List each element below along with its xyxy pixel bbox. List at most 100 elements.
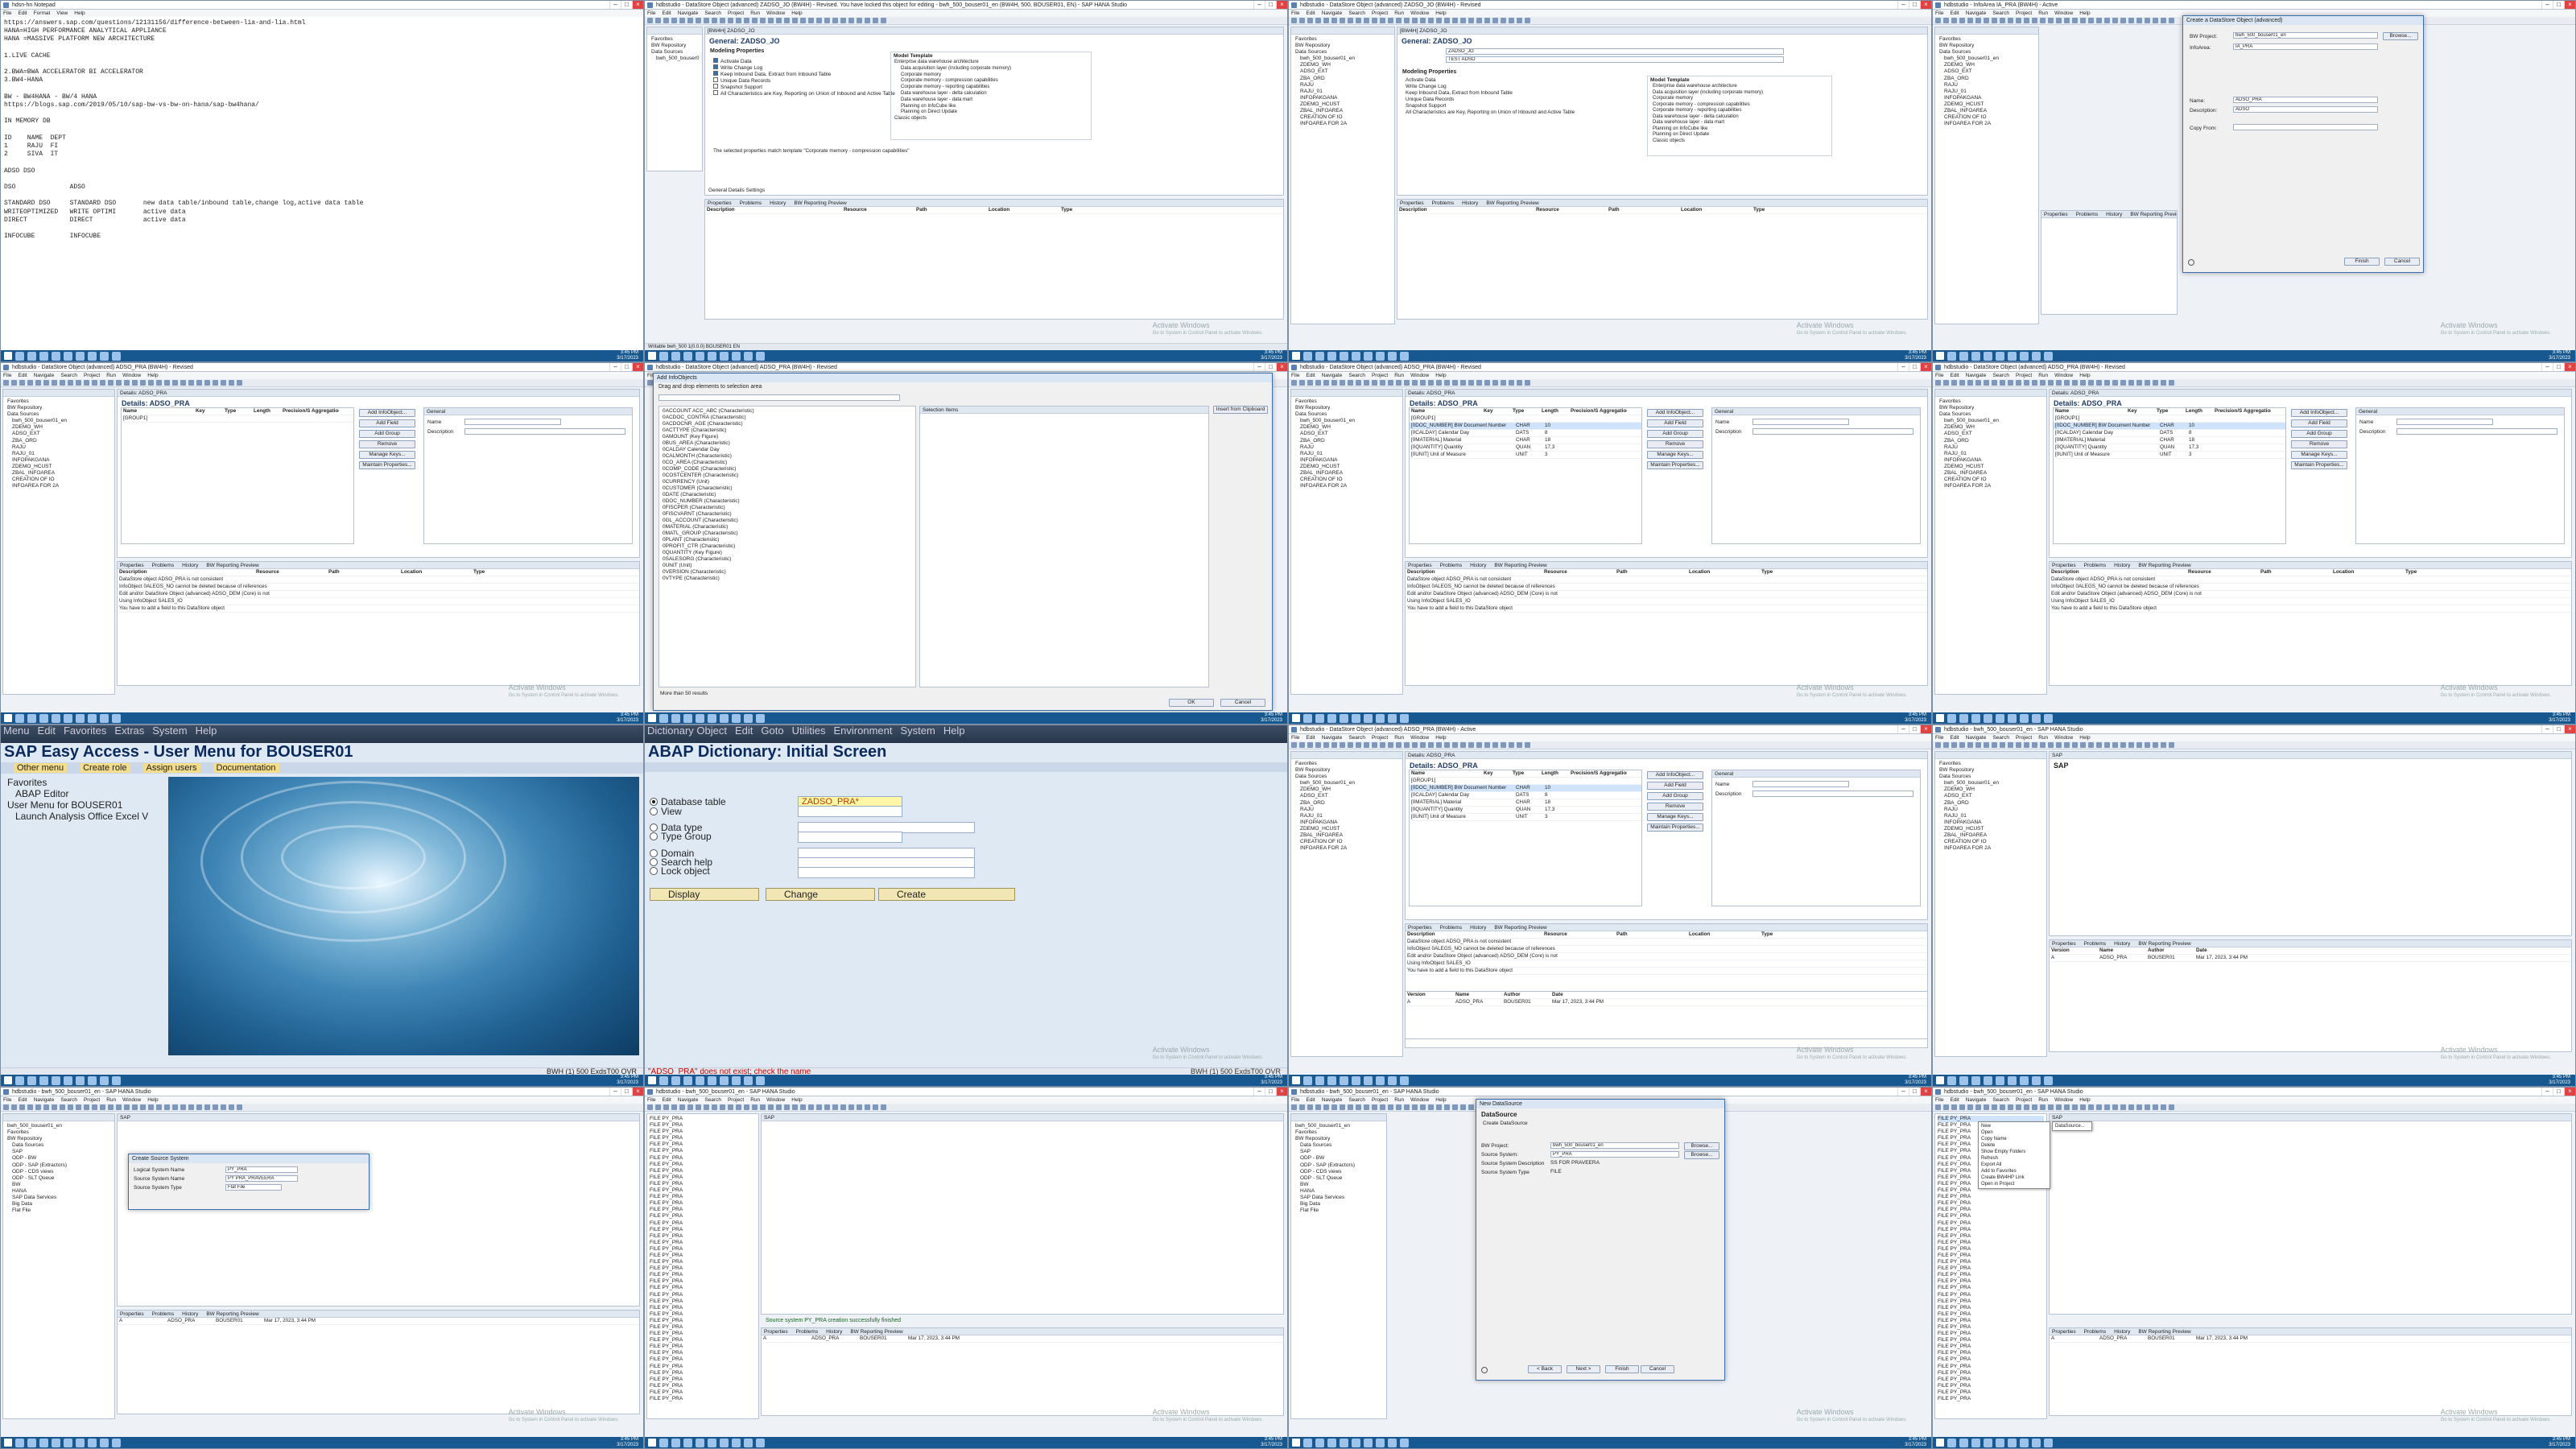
field-row[interactable]: [0QUANTITY] Quantity QUAN 17,3: [1410, 807, 1641, 814]
toolbar-icon[interactable]: [1501, 380, 1506, 386]
infoobject-item[interactable]: 0SALESORG (Characteristic): [663, 556, 912, 563]
toolbar-icon[interactable]: [2128, 742, 2134, 748]
menu-item[interactable]: File: [1935, 373, 1943, 378]
name-field[interactable]: ADSO_PRA: [2233, 97, 2378, 103]
toolbar-icon[interactable]: [1935, 742, 1941, 748]
toolbar-icon[interactable]: [2064, 18, 2070, 23]
toolbar-icon[interactable]: [752, 18, 758, 23]
minimize-button[interactable]: –: [1897, 1088, 1909, 1096]
excel-icon[interactable]: [2020, 1438, 2029, 1447]
tree-item[interactable]: Data Sources: [1938, 774, 2044, 780]
checkbox-option[interactable]: Unique Data Records: [1406, 97, 1454, 102]
toolbar-icon[interactable]: [132, 380, 138, 386]
toolbar-icon[interactable]: [857, 1104, 862, 1110]
context-menu-item[interactable]: Copy Name: [1981, 1136, 2047, 1142]
tree-item[interactable]: CREATION OF IO: [1294, 839, 1400, 845]
sap-menu-item[interactable]: Utilities: [792, 725, 826, 737]
menu-item[interactable]: Window: [2054, 10, 2073, 16]
tree-item[interactable]: CREATION OF IO: [1938, 477, 2044, 483]
infoobject-item[interactable]: 0CALDAY Calendar Day: [663, 447, 912, 453]
toolbar-icon[interactable]: [237, 1104, 242, 1110]
toolbar-icon[interactable]: [1364, 380, 1369, 386]
editor-tab[interactable]: [BW4H] ZADSO_JO: [1397, 27, 1927, 35]
outlook-icon[interactable]: [2044, 1438, 2053, 1447]
toolbar-icon[interactable]: [1452, 18, 1458, 23]
minimize-button[interactable]: –: [609, 363, 621, 371]
toolbar-icon[interactable]: [1935, 18, 1941, 23]
menu-item[interactable]: File: [1291, 10, 1299, 16]
toolbar-icon[interactable]: [148, 1104, 154, 1110]
tree-item[interactable]: BW Repository: [1938, 405, 2044, 411]
template-item[interactable]: Planning on Direct Update: [891, 109, 1091, 116]
menu-item[interactable]: Navigate: [678, 1097, 699, 1103]
start-icon[interactable]: [1292, 714, 1300, 722]
notepad-icon[interactable]: [64, 1075, 72, 1085]
sap-menu-item[interactable]: Extras: [114, 725, 144, 737]
maximize-button[interactable]: □: [1265, 1088, 1276, 1096]
field-action-button[interactable]: Add Group: [359, 430, 415, 438]
toolbar-icon[interactable]: [1492, 18, 1498, 23]
tree-item[interactable]: FILE PY_PRA: [650, 1356, 756, 1363]
toolbar-icon[interactable]: [1975, 380, 1981, 386]
toolbar-icon[interactable]: [1331, 380, 1337, 386]
toolbar-icon[interactable]: [2016, 1104, 2021, 1110]
menu-item[interactable]: File: [3, 373, 11, 378]
create-button[interactable]: Create: [878, 888, 1015, 901]
toolbar-icon[interactable]: [1420, 1104, 1426, 1110]
excel-icon[interactable]: [1376, 713, 1385, 723]
tree-item[interactable]: ODP - SLT Queue: [6, 1175, 112, 1182]
menu-item[interactable]: Project: [84, 373, 100, 378]
description-field[interactable]: [1752, 791, 1913, 797]
toolbar-icon[interactable]: [2040, 18, 2046, 23]
cancel-button[interactable]: Cancel: [1220, 699, 1265, 707]
view-tab[interactable]: Properties: [120, 563, 144, 568]
view-tab[interactable]: Problems: [2084, 1329, 2106, 1335]
toolbar-icon[interactable]: [671, 18, 677, 23]
toolbar-icon[interactable]: [1291, 742, 1297, 748]
toolbar-icon[interactable]: [848, 18, 854, 23]
toolbar-icon[interactable]: [1436, 1104, 1442, 1110]
problem-row[interactable]: Using InfoObject SALES_IO: [118, 598, 639, 605]
toolbar-icon[interactable]: [1372, 18, 1377, 23]
description-field[interactable]: [2396, 428, 2557, 435]
powerpoint-icon[interactable]: [744, 351, 753, 361]
view-tab[interactable]: Properties: [708, 200, 732, 206]
toolbar-icon[interactable]: [27, 380, 33, 386]
toolbar-icon[interactable]: [704, 1104, 709, 1110]
browse-button[interactable]: Browse...: [1684, 1151, 1719, 1159]
view-tab[interactable]: Properties: [2052, 563, 2076, 568]
toolbar-icon[interactable]: [2169, 18, 2174, 23]
problem-row[interactable]: You have to add a field to this DataStor…: [2050, 605, 2571, 613]
toolbar-icon[interactable]: [2153, 18, 2158, 23]
problem-row[interactable]: InfoObject 0ALEGS_NO cannot be deleted b…: [1406, 584, 1927, 591]
tree-item[interactable]: FILE PY_PRA: [1938, 1292, 2044, 1298]
menu-item[interactable]: File: [647, 1097, 655, 1103]
menu-item[interactable]: Run: [1394, 735, 1404, 741]
description-field[interactable]: [1752, 428, 1913, 435]
menu-item[interactable]: File: [3, 10, 11, 16]
toolbar-icon[interactable]: [1388, 18, 1393, 23]
menu-item[interactable]: Edit: [1950, 735, 1959, 741]
tree-item[interactable]: SAP Data Services: [6, 1195, 112, 1201]
problem-row[interactable]: Edit and/or DataStore Object (advanced) …: [2050, 591, 2571, 598]
toolbar-icon[interactable]: [11, 380, 17, 386]
sap-logon-icon[interactable]: [39, 1438, 48, 1447]
toolbar-icon[interactable]: [1975, 18, 1981, 23]
excel-icon[interactable]: [2020, 1075, 2029, 1085]
view-tab[interactable]: Properties: [2052, 941, 2076, 947]
tree-item[interactable]: FILE PY_PRA: [650, 1200, 756, 1207]
toolbar-icon[interactable]: [19, 1104, 25, 1110]
toolbar-icon[interactable]: [712, 1104, 717, 1110]
start-icon[interactable]: [648, 352, 656, 360]
toolbar-icon[interactable]: [1348, 380, 1353, 386]
close-button[interactable]: ×: [1276, 363, 1287, 371]
toolbar-icon[interactable]: [2145, 742, 2150, 748]
infoobject-item[interactable]: 0DOC_NUMBER (Characteristic): [663, 498, 912, 505]
powerpoint-icon[interactable]: [2032, 1438, 2041, 1447]
powerpoint-icon[interactable]: [100, 351, 109, 361]
view-tab[interactable]: BW Reporting Preview: [2130, 212, 2177, 217]
editor-tab[interactable]: SAP: [762, 1114, 1283, 1121]
menu-item[interactable]: File: [1291, 373, 1299, 378]
field-row[interactable]: [0DOC_NUMBER] BW Document Number CHAR 10: [2054, 423, 2285, 430]
word-icon[interactable]: [76, 713, 85, 723]
